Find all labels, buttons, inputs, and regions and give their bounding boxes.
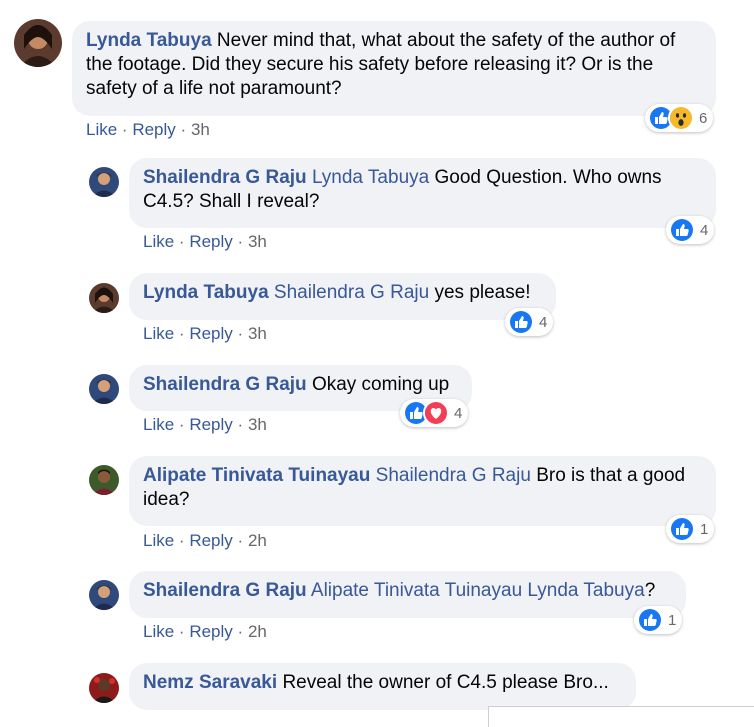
like-link[interactable]: Like xyxy=(143,415,174,434)
chat-box-edge xyxy=(488,706,754,727)
reply-link[interactable]: Reply xyxy=(189,622,232,641)
comment-text: ? xyxy=(644,580,656,601)
avatar[interactable] xyxy=(89,580,119,610)
reply-link[interactable]: Reply xyxy=(189,324,232,343)
like-icon xyxy=(669,217,695,243)
reply-link[interactable]: Reply xyxy=(189,232,232,251)
reaction-count: 4 xyxy=(454,404,463,422)
comment-time[interactable]: 3h xyxy=(191,120,210,139)
comment-time[interactable]: 3h xyxy=(248,415,267,434)
separator: · xyxy=(237,622,244,641)
reaction-summary[interactable]: 1 xyxy=(634,606,683,634)
comment-author[interactable]: Nemz Saravaki xyxy=(143,672,277,693)
comment-actions: Like · Reply · 3h xyxy=(143,415,267,435)
comment-actions: Like · Reply · 3h xyxy=(143,232,267,252)
comment-actions: Like · Reply · 3h xyxy=(86,120,210,140)
comment-actions: Like · Reply · 3h xyxy=(143,324,267,344)
avatar[interactable] xyxy=(89,465,119,495)
separator: · xyxy=(178,415,185,434)
separator: · xyxy=(237,232,244,251)
comment-text: Reveal the owner of C4.5 please Bro... xyxy=(282,672,609,693)
reaction-count: 6 xyxy=(699,109,708,127)
like-link[interactable]: Like xyxy=(143,531,174,550)
comment-bubble: Lynda Tabuya Shailendra G Raju yes pleas… xyxy=(129,273,556,320)
avatar[interactable] xyxy=(89,283,119,313)
love-icon xyxy=(423,400,449,426)
avatar[interactable] xyxy=(89,374,119,404)
reaction-summary[interactable]: 4 xyxy=(505,308,554,336)
reaction-count: 1 xyxy=(700,520,709,538)
reaction-count: 4 xyxy=(539,313,548,331)
like-link[interactable]: Like xyxy=(143,324,174,343)
like-icon xyxy=(637,607,663,633)
wow-icon xyxy=(668,105,694,131)
comment-author[interactable]: Shailendra G Raju xyxy=(143,374,307,395)
comment-bubble: Lynda Tabuya Never mind that, what about… xyxy=(72,21,716,116)
mention[interactable]: Alipate Tinivata Tuinayau Lynda Tabuya xyxy=(311,580,645,601)
comment-bubble: Shailendra G Raju Lynda Tabuya Good Ques… xyxy=(129,158,716,228)
separator: · xyxy=(178,232,185,251)
reaction-summary[interactable]: 1 xyxy=(666,515,715,543)
comment-author[interactable]: Shailendra G Raju xyxy=(143,580,307,601)
comment-time[interactable]: 2h xyxy=(248,622,267,641)
separator: · xyxy=(237,531,244,550)
comment-actions: Like · Reply · 2h xyxy=(143,622,267,642)
separator: · xyxy=(178,531,185,550)
like-link[interactable]: Like xyxy=(86,120,117,139)
comment-text: yes please! xyxy=(434,282,531,303)
comment-time[interactable]: 2h xyxy=(248,531,267,550)
reaction-count: 1 xyxy=(668,611,677,629)
like-icon xyxy=(669,516,695,542)
comment-author[interactable]: Shailendra G Raju xyxy=(143,167,307,188)
comment-time[interactable]: 3h xyxy=(248,324,267,343)
separator: · xyxy=(121,120,128,139)
avatar[interactable] xyxy=(89,673,119,703)
comment-author[interactable]: Lynda Tabuya xyxy=(143,282,269,303)
reply-link[interactable]: Reply xyxy=(189,415,232,434)
comment-time[interactable]: 3h xyxy=(248,232,267,251)
comment-bubble: Shailendra G Raju Alipate Tinivata Tuina… xyxy=(129,571,686,618)
separator: · xyxy=(180,120,187,139)
like-link[interactable]: Like xyxy=(143,622,174,641)
reply-link[interactable]: Reply xyxy=(189,531,232,550)
comment-actions: Like · Reply · 2h xyxy=(143,531,267,551)
like-icon xyxy=(508,309,534,335)
reaction-summary[interactable]: 4 xyxy=(666,216,715,244)
comment-bubble: Nemz Saravaki Reveal the owner of C4.5 p… xyxy=(129,663,636,710)
mention[interactable]: Shailendra G Raju xyxy=(376,465,531,486)
separator: · xyxy=(237,324,244,343)
separator: · xyxy=(237,415,244,434)
separator: · xyxy=(178,324,185,343)
comment-author[interactable]: Lynda Tabuya xyxy=(86,30,212,51)
reaction-summary[interactable]: 6 xyxy=(645,104,714,132)
like-link[interactable]: Like xyxy=(143,232,174,251)
avatar[interactable] xyxy=(14,19,62,67)
reaction-summary[interactable]: 4 xyxy=(400,399,469,427)
separator: · xyxy=(178,622,185,641)
avatar[interactable] xyxy=(89,167,119,197)
reply-link[interactable]: Reply xyxy=(132,120,175,139)
comment-bubble: Alipate Tinivata Tuinayau Shailendra G R… xyxy=(129,456,716,526)
comment-author[interactable]: Alipate Tinivata Tuinayau xyxy=(143,465,370,486)
mention[interactable]: Shailendra G Raju xyxy=(274,282,429,303)
reaction-count: 4 xyxy=(700,221,709,239)
comment-text: Okay coming up xyxy=(311,374,450,395)
mention[interactable]: Lynda Tabuya xyxy=(312,167,429,188)
